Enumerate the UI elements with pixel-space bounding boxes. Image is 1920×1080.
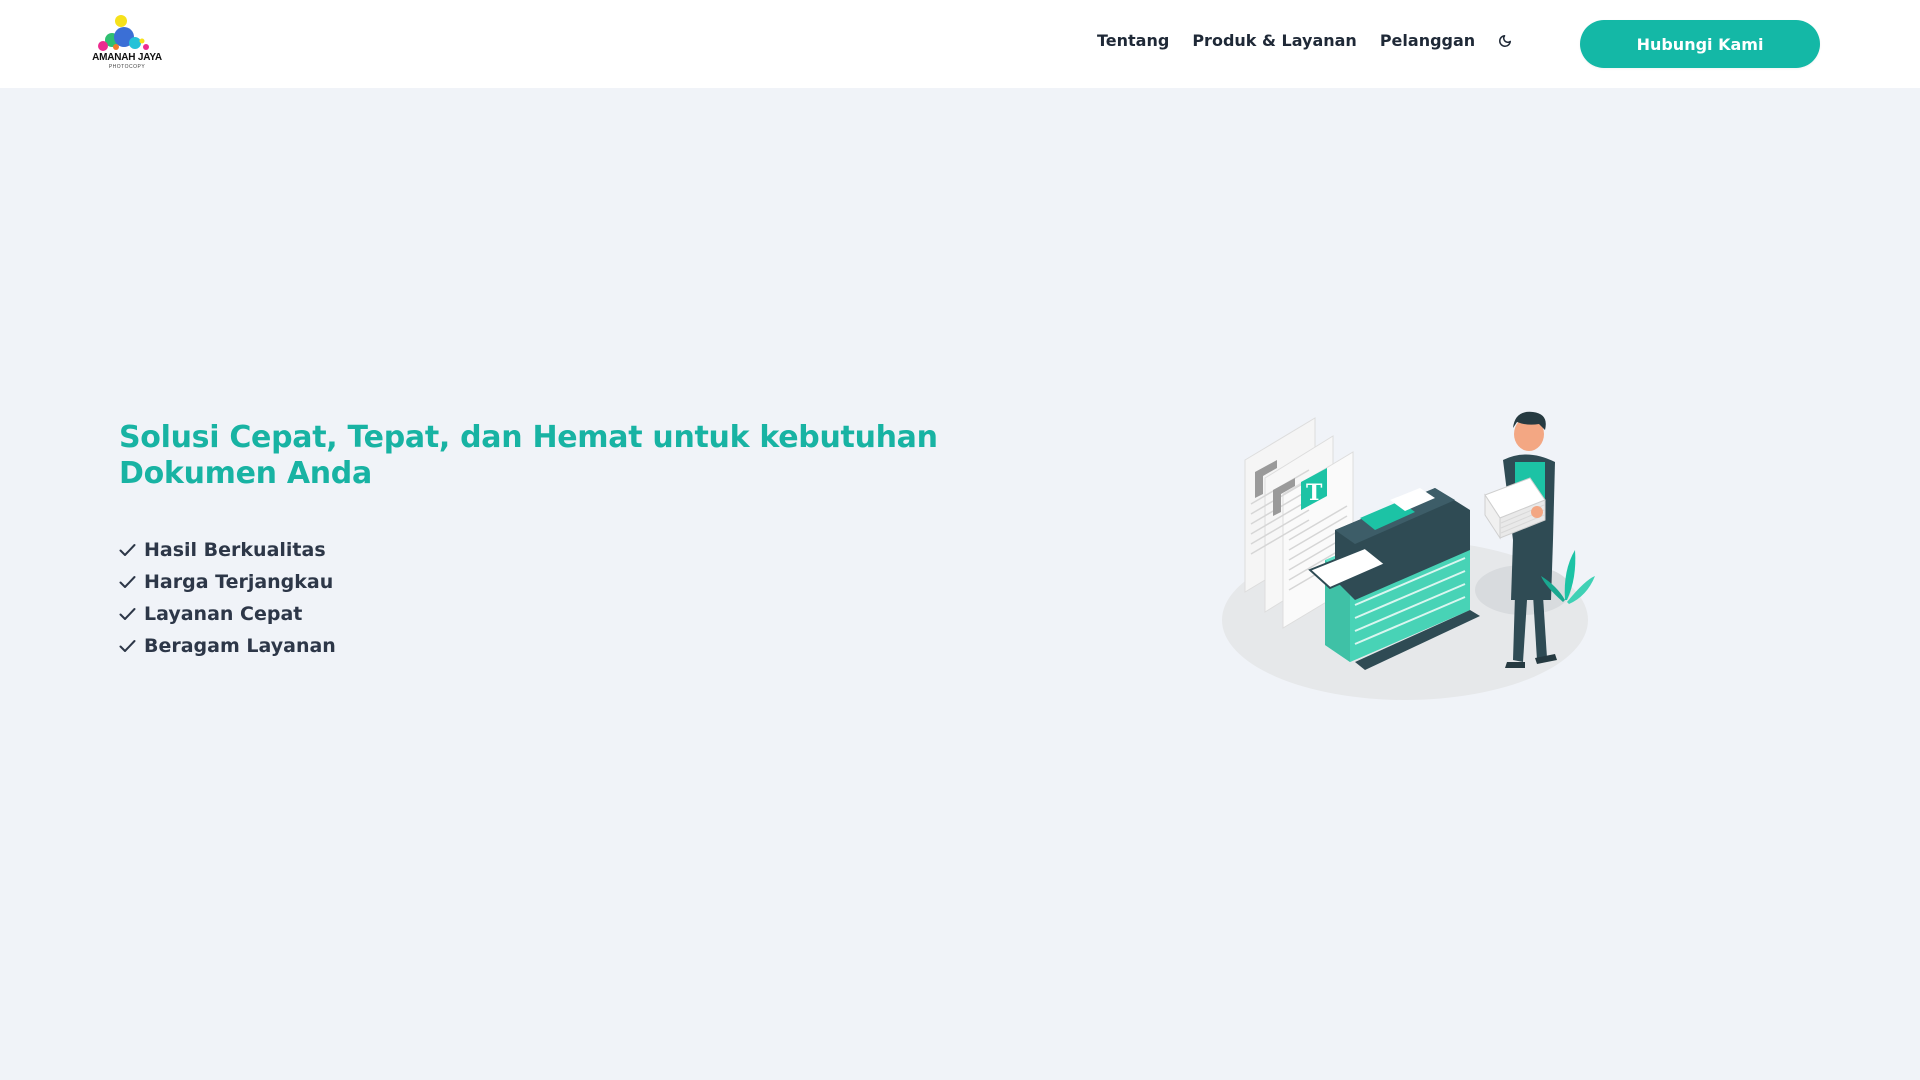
brand-name: AMANAH JAYA bbox=[92, 52, 162, 63]
photocopier-illustration: T bbox=[1222, 411, 1595, 700]
feature-list: Hasil Berkualitas Harga Terjangkau Layan… bbox=[119, 534, 336, 662]
feature-item: Hasil Berkualitas bbox=[119, 534, 336, 566]
hero-title: Solusi Cepat, Tepat, dan Hemat untuk keb… bbox=[119, 420, 938, 491]
feature-item: Layanan Cepat bbox=[119, 598, 336, 630]
brand-logo[interactable]: AMANAH JAYA PHOTOCOPY bbox=[84, 13, 170, 73]
check-icon bbox=[119, 640, 136, 652]
theme-toggle-button[interactable] bbox=[1497, 33, 1513, 49]
feature-item: Beragam Layanan bbox=[119, 630, 336, 662]
main-nav: Tentang Produk & Layanan Pelanggan bbox=[1097, 31, 1513, 50]
brand-tagline: PHOTOCOPY bbox=[108, 64, 146, 70]
check-icon bbox=[119, 544, 136, 556]
moon-icon bbox=[1499, 34, 1512, 47]
feature-label: Harga Terjangkau bbox=[144, 571, 334, 593]
svg-text:T: T bbox=[1306, 480, 1323, 506]
contact-us-button[interactable]: Hubungi Kami bbox=[1580, 20, 1820, 68]
feature-label: Hasil Berkualitas bbox=[144, 539, 326, 561]
feature-item: Harga Terjangkau bbox=[119, 566, 336, 598]
feature-label: Layanan Cepat bbox=[144, 603, 303, 625]
nav-link-produk-layanan[interactable]: Produk & Layanan bbox=[1192, 31, 1357, 50]
navbar: AMANAH JAYA PHOTOCOPY Tentang Produk & L… bbox=[0, 0, 1920, 88]
nav-link-tentang[interactable]: Tentang bbox=[1097, 31, 1169, 50]
check-icon bbox=[119, 608, 136, 620]
logo-mark-icon bbox=[98, 15, 149, 51]
nav-link-pelanggan[interactable]: Pelanggan bbox=[1380, 31, 1475, 50]
feature-label: Beragam Layanan bbox=[144, 635, 336, 657]
check-icon bbox=[119, 576, 136, 588]
